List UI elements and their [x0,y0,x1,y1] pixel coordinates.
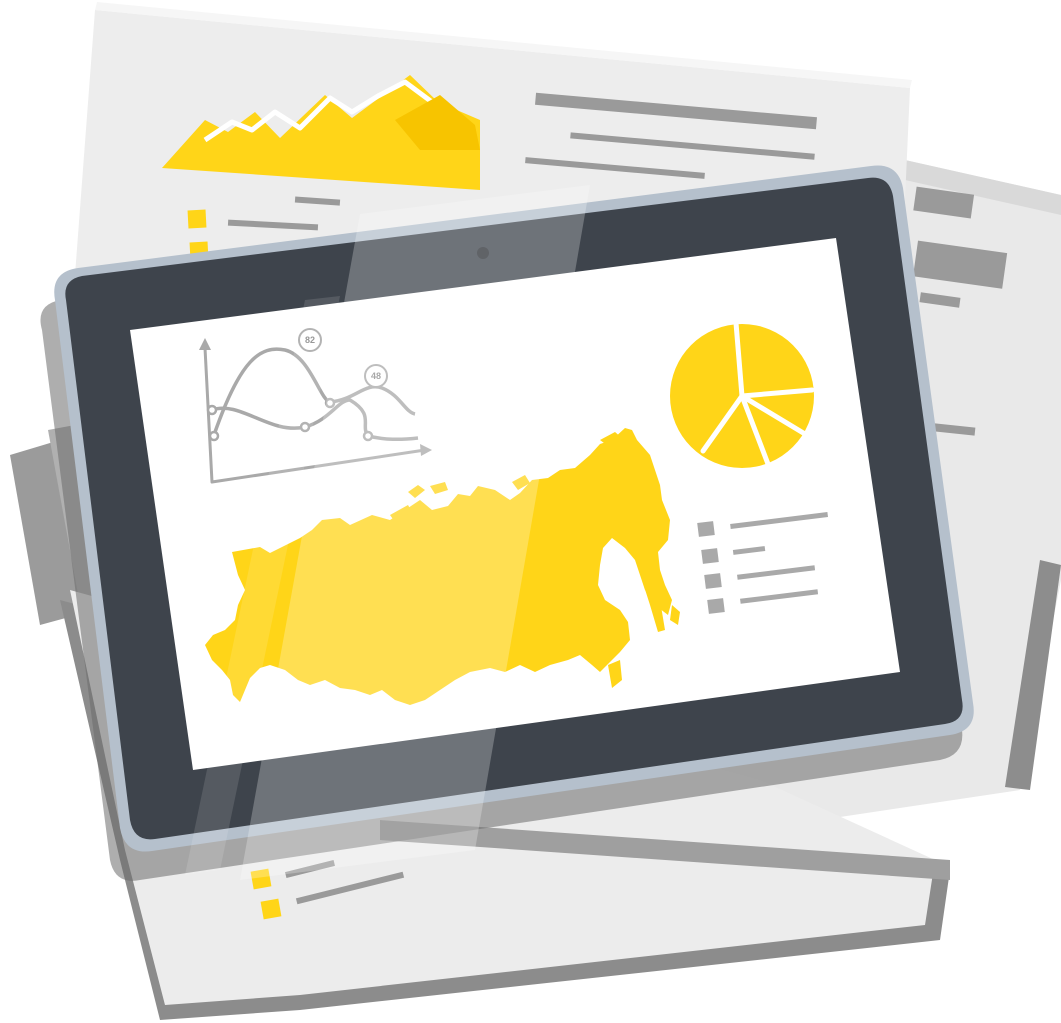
list-item [707,598,725,614]
pie-chart-icon [670,320,815,468]
illustration-scene: 82 48 [10,2,1061,1020]
list-item [697,521,715,537]
list-item [704,573,722,589]
list-item [701,548,719,564]
